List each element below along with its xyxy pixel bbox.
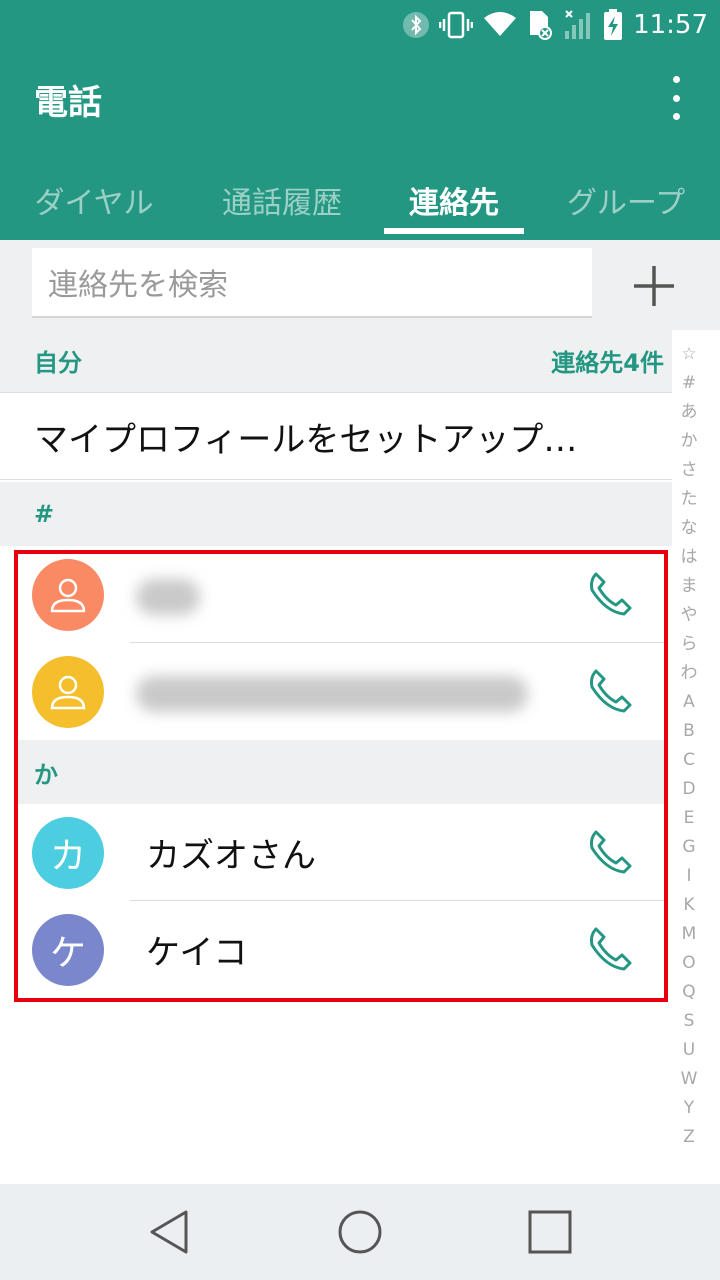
battery-charging-icon bbox=[603, 9, 623, 41]
status-time: 11:57 bbox=[633, 10, 708, 40]
index-letter[interactable]: E bbox=[684, 804, 695, 833]
index-letter[interactable]: C bbox=[683, 746, 695, 775]
avatar bbox=[32, 656, 104, 728]
index-letter[interactable]: ☆ bbox=[681, 340, 696, 369]
bluetooth-icon bbox=[403, 10, 430, 40]
section-header-hash: # bbox=[0, 482, 672, 546]
index-letter[interactable]: U bbox=[683, 1036, 695, 1065]
contact-name: ケイコ bbox=[146, 933, 248, 973]
index-letter[interactable]: W bbox=[681, 1065, 698, 1094]
contact-row[interactable] bbox=[18, 546, 664, 643]
tab-bar: ダイヤル 通話履歴 連絡先 グループ bbox=[0, 160, 720, 240]
index-letter[interactable]: な bbox=[681, 514, 698, 543]
hash-label: # bbox=[34, 500, 55, 528]
redacted-name bbox=[136, 676, 528, 712]
index-letter[interactable]: か bbox=[681, 427, 698, 456]
index-letter[interactable]: Y bbox=[684, 1094, 694, 1123]
section-header-self: 自分 連絡先4件 bbox=[0, 328, 672, 392]
index-letter[interactable]: さ bbox=[681, 456, 698, 485]
index-letter[interactable]: M bbox=[682, 920, 697, 949]
avatar bbox=[32, 559, 104, 631]
index-letter[interactable]: G bbox=[682, 833, 695, 862]
index-letter[interactable]: # bbox=[682, 369, 696, 398]
status-bar: 11:57 bbox=[0, 0, 720, 50]
redacted-name bbox=[136, 579, 200, 615]
index-letter[interactable]: O bbox=[682, 949, 695, 978]
profile-setup-row[interactable]: マイプロフィールをセットアップ… bbox=[0, 392, 672, 480]
wifi-icon bbox=[483, 12, 517, 38]
contacts-list: 連絡先を検索 自分 連絡先4件 マイプロフィールをセットアップ… # か カ カ… bbox=[0, 240, 720, 1184]
contact-name: カズオさん bbox=[146, 836, 316, 876]
signal-icon bbox=[563, 9, 593, 41]
plus-icon[interactable] bbox=[630, 262, 678, 310]
more-vert-icon[interactable] bbox=[656, 72, 696, 124]
index-letter[interactable]: S bbox=[684, 1007, 695, 1036]
search-input[interactable]: 連絡先を検索 bbox=[32, 248, 592, 318]
navigation-bar bbox=[0, 1184, 720, 1280]
contact-row[interactable]: ケ ケイコ bbox=[18, 901, 664, 998]
self-label: 自分 bbox=[34, 348, 82, 377]
alphabet-index[interactable]: ☆ # あかさたなはまやらわ A B C D E G I K M O Q S U W Y Z bbox=[672, 340, 706, 1152]
index-letter[interactable]: ら bbox=[681, 630, 698, 659]
index-letter[interactable]: や bbox=[681, 601, 698, 630]
tab-dial[interactable]: ダイヤル bbox=[14, 160, 174, 240]
contact-row[interactable] bbox=[18, 643, 664, 740]
index-letter[interactable]: I bbox=[686, 862, 691, 891]
avatar: カ bbox=[32, 817, 104, 889]
active-tab-indicator bbox=[384, 228, 524, 234]
contact-row[interactable]: カ カズオさん bbox=[18, 804, 664, 901]
tab-groups[interactable]: グループ bbox=[546, 160, 706, 240]
index-letter[interactable]: K bbox=[683, 891, 694, 920]
index-letter[interactable]: B bbox=[683, 717, 695, 746]
index-letter[interactable]: Z bbox=[683, 1123, 695, 1152]
search-row: 連絡先を検索 bbox=[0, 240, 720, 330]
index-letter[interactable]: は bbox=[681, 543, 698, 572]
index-letter[interactable]: A bbox=[683, 688, 695, 717]
index-letter[interactable]: た bbox=[681, 485, 698, 514]
phone-icon[interactable] bbox=[584, 665, 636, 717]
phone-icon[interactable] bbox=[584, 568, 636, 620]
sim-icon bbox=[527, 9, 553, 41]
tab-call-history[interactable]: 通話履歴 bbox=[200, 160, 364, 240]
index-letter[interactable]: D bbox=[682, 775, 695, 804]
home-icon[interactable] bbox=[336, 1208, 384, 1256]
phone-icon[interactable] bbox=[584, 923, 636, 975]
phone-icon[interactable] bbox=[584, 826, 636, 878]
person-icon bbox=[50, 578, 86, 613]
index-letter[interactable]: あ bbox=[681, 398, 698, 427]
contact-count: 連絡先4件 bbox=[551, 348, 664, 377]
person-icon bbox=[50, 675, 86, 710]
back-icon[interactable] bbox=[146, 1208, 194, 1256]
avatar: ケ bbox=[32, 914, 104, 986]
section-header-ka: か bbox=[18, 740, 664, 804]
ka-label: か bbox=[34, 760, 58, 789]
recents-icon[interactable] bbox=[526, 1208, 574, 1256]
index-letter[interactable]: Q bbox=[682, 978, 695, 1007]
app-title: 電話 bbox=[34, 83, 102, 123]
app-bar: 電話 ダイヤル 通話履歴 連絡先 グループ bbox=[0, 50, 720, 240]
index-letter[interactable]: わ bbox=[681, 659, 698, 688]
vibrate-icon bbox=[439, 10, 474, 40]
index-letter[interactable]: ま bbox=[681, 572, 698, 601]
